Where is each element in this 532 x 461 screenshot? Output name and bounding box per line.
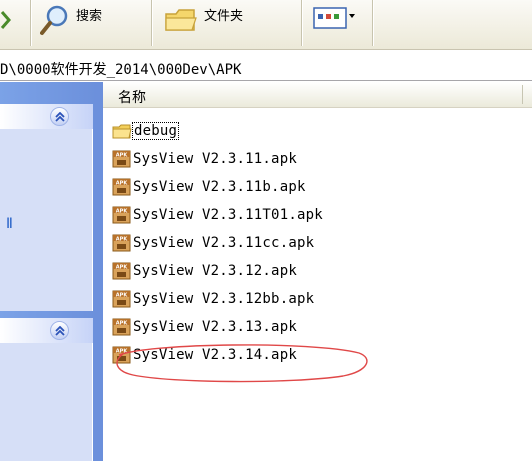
file-row[interactable]: APK SysView V2.3.11b.apk bbox=[112, 177, 306, 197]
task-panel-2 bbox=[0, 318, 93, 461]
views-button[interactable] bbox=[312, 0, 370, 46]
file-row[interactable]: APK SysView V2.3.14.apk bbox=[112, 345, 297, 365]
task-pane: Ⅱ bbox=[0, 82, 103, 461]
file-name: SysView V2.3.11.apk bbox=[133, 151, 297, 167]
apk-file-icon: APK bbox=[112, 178, 131, 196]
collapse-button[interactable] bbox=[50, 107, 69, 126]
svg-text:APK: APK bbox=[116, 320, 129, 326]
apk-file-icon: APK bbox=[112, 206, 131, 224]
toolbar: 搜索 文件夹 bbox=[0, 0, 532, 50]
task-link-fragment[interactable]: Ⅱ bbox=[6, 216, 13, 232]
toolbar-separator bbox=[372, 0, 373, 46]
file-name: SysView V2.3.12bb.apk bbox=[133, 291, 315, 307]
folder-icon bbox=[165, 9, 197, 31]
address-path: D\0000软件开发_2014\000Dev\APK bbox=[0, 62, 242, 78]
apk-file-icon: APK bbox=[112, 346, 131, 364]
column-header-name[interactable]: 名称 bbox=[118, 87, 146, 107]
forward-button-partial[interactable] bbox=[0, 0, 28, 46]
apk-file-icon: APK bbox=[112, 318, 131, 336]
folders-button[interactable]: 文件夹 bbox=[164, 0, 294, 46]
file-row[interactable]: APK SysView V2.3.13.apk bbox=[112, 317, 297, 337]
apk-file-icon: APK bbox=[112, 290, 131, 308]
views-icon bbox=[313, 7, 355, 29]
svg-text:APK: APK bbox=[116, 152, 129, 158]
svg-text:APK: APK bbox=[116, 180, 129, 186]
folder-row[interactable]: debug bbox=[112, 121, 180, 141]
svg-text:APK: APK bbox=[116, 292, 129, 298]
apk-file-icon: APK bbox=[112, 234, 131, 252]
address-bar[interactable]: D\0000软件开发_2014\000Dev\APK bbox=[0, 51, 532, 81]
file-name: SysView V2.3.11cc.apk bbox=[133, 235, 315, 251]
toolbar-separator bbox=[151, 0, 152, 46]
collapse-button[interactable] bbox=[50, 321, 69, 340]
task-panel-header[interactable] bbox=[0, 104, 93, 129]
search-icon bbox=[40, 5, 68, 35]
toolbar-separator bbox=[301, 0, 302, 46]
apk-file-icon: APK bbox=[112, 262, 131, 280]
file-name: debug bbox=[131, 122, 180, 140]
file-name: SysView V2.3.11T01.apk bbox=[133, 207, 323, 223]
file-name: SysView V2.3.13.apk bbox=[133, 319, 297, 335]
search-label: 搜索 bbox=[76, 9, 103, 24]
toolbar-separator bbox=[30, 0, 31, 46]
double-chevron-up-icon bbox=[54, 325, 65, 336]
double-chevron-up-icon bbox=[54, 111, 65, 122]
svg-text:APK: APK bbox=[116, 264, 129, 270]
svg-text:APK: APK bbox=[116, 348, 129, 354]
column-header: 名称 bbox=[103, 82, 532, 108]
file-row[interactable]: APK SysView V2.3.12bb.apk bbox=[112, 289, 314, 309]
file-row[interactable]: APK SysView V2.3.11cc.apk bbox=[112, 233, 314, 253]
svg-text:APK: APK bbox=[116, 208, 129, 214]
file-name: SysView V2.3.12.apk bbox=[133, 263, 297, 279]
file-name: SysView V2.3.11b.apk bbox=[133, 179, 306, 195]
task-panel-header[interactable] bbox=[0, 318, 93, 343]
folders-label: 文件夹 bbox=[204, 9, 244, 24]
file-list: 名称 debug APK SysView V2.3.11.apk APK SysView… bbox=[103, 82, 532, 461]
svg-text:APK: APK bbox=[116, 236, 129, 242]
folder-icon bbox=[112, 124, 132, 139]
task-panel-1: Ⅱ bbox=[0, 104, 93, 311]
file-name: SysView V2.3.14.apk bbox=[133, 347, 297, 363]
file-row[interactable]: APK SysView V2.3.11T01.apk bbox=[112, 205, 323, 225]
arrow-icon bbox=[0, 11, 11, 29]
search-button[interactable]: 搜索 bbox=[40, 0, 140, 46]
apk-file-icon: APK bbox=[112, 150, 131, 168]
file-row[interactable]: APK SysView V2.3.11.apk bbox=[112, 149, 297, 169]
file-row[interactable]: APK SysView V2.3.12.apk bbox=[112, 261, 297, 281]
